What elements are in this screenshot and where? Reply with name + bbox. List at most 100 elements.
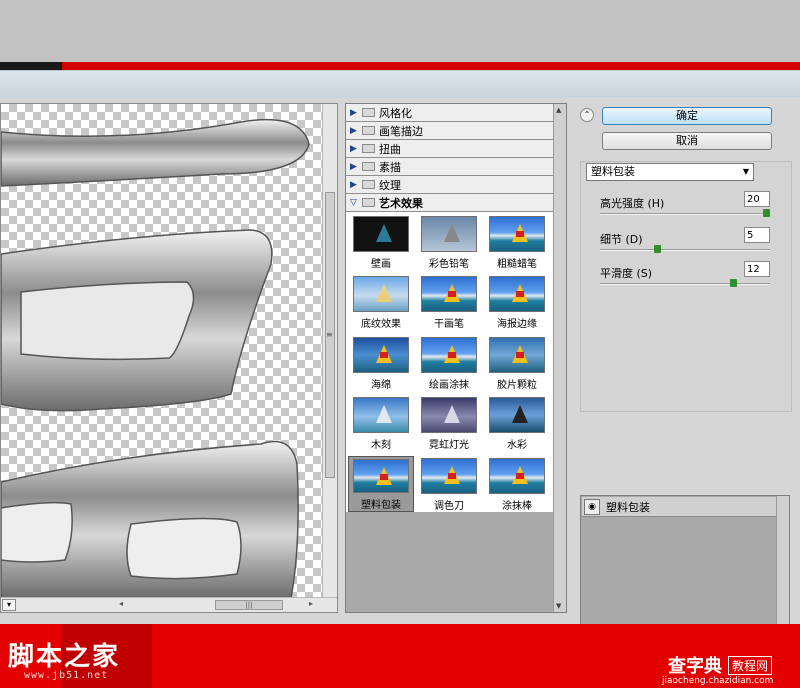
filter-thumb-paint-daubs[interactable]: 绘画涂抹 [416, 335, 482, 391]
category-stylize[interactable]: ▶ 风格化 [346, 104, 554, 122]
filter-preview-image [489, 216, 545, 252]
filter-label: 粗糙蜡笔 [497, 259, 537, 270]
preview-canvas[interactable] [1, 104, 323, 598]
scroll-up-icon[interactable]: ▲ [556, 106, 561, 114]
filter-thumb-sponge[interactable]: 海绵 [348, 335, 414, 391]
watermark-badge: 教程网 [728, 656, 773, 675]
smoothness-slider[interactable] [600, 279, 770, 287]
filter-select[interactable]: 塑料包装 ▼ [586, 163, 754, 181]
filter-label: 海绵 [371, 379, 391, 391]
expand-arrow-icon: ▶ [350, 143, 357, 154]
category-artistic[interactable]: ▽ 艺术效果 [346, 194, 554, 212]
category-label: 艺术效果 [379, 196, 423, 210]
preview-hscroll-thumb[interactable]: ||| [215, 600, 283, 610]
slider-knob[interactable] [654, 245, 662, 253]
collapse-arrow-icon: ▽ [350, 197, 357, 208]
zoom-menu-button[interactable]: ▾ [2, 599, 16, 611]
watermark-url-left: www.jb51.net [24, 670, 109, 681]
filter-thumb-fresco[interactable]: 壁画 [348, 214, 414, 270]
detail-input[interactable] [744, 227, 770, 243]
expand-arrow-icon: ▶ [350, 107, 357, 118]
scroll-right-icon[interactable]: ▸ [309, 599, 313, 608]
scroll-left-icon[interactable]: ◂ [119, 599, 123, 608]
filter-thumb-watercolor[interactable]: 水彩 [484, 395, 550, 451]
filter-thumb-rough-pastels[interactable]: 粗糙蜡笔 [484, 214, 550, 270]
filter-label: 底纹效果 [361, 319, 401, 331]
chevron-down-icon: ▼ [742, 167, 749, 176]
filter-label: 胶片颗粒 [497, 379, 537, 391]
folder-icon [362, 162, 375, 171]
preview-area[interactable]: ≡ ▾ ◂ ||| ▸ [0, 103, 338, 613]
filter-label: 塑料包装 [361, 499, 401, 511]
category-label: 纹理 [379, 178, 401, 192]
watermark-logo-right: 查字典 [668, 656, 722, 677]
filter-preview-image [489, 336, 545, 373]
highlight-strength-input[interactable] [744, 191, 770, 207]
smoothness-label: 平滑度 (S) [600, 267, 653, 280]
filter-thumb-cutout[interactable]: 木刻 [348, 395, 414, 451]
filter-thumb-underpainting[interactable]: 底纹效果 [348, 274, 414, 330]
backdrop-top [0, 0, 800, 62]
folder-icon [362, 144, 375, 153]
visibility-eye-icon[interactable]: ◉ [584, 498, 600, 515]
collapse-gallery-button[interactable]: ⌃ [580, 108, 594, 122]
filter-gallery-dialog: ≡ ▾ ◂ ||| ▸ ▶ 风格化 ▶ 画笔描边 ▶ 扭曲 ▶ 素描 ▶ 纹理 … [0, 70, 800, 678]
filter-label: 调色刀 [434, 500, 464, 512]
effect-layer-row[interactable]: ◉ 塑料包装 [582, 497, 776, 517]
preview-vertical-scrollbar[interactable]: ≡ [322, 104, 337, 598]
category-label: 风格化 [379, 106, 412, 120]
filter-thumb-dry-brush[interactable]: 干画笔 [416, 274, 482, 330]
filter-thumb-palette-knife[interactable]: 调色刀 [416, 456, 482, 512]
filter-thumb-film-grain[interactable]: 胶片颗粒 [484, 335, 550, 391]
filter-preview-image [489, 397, 545, 434]
filter-preview-image [353, 397, 409, 434]
category-label: 扭曲 [379, 142, 401, 156]
highlight-strength-slider[interactable] [600, 209, 770, 217]
filter-preview-image [353, 336, 409, 373]
preview-horizontal-scrollbar[interactable]: ▾ ◂ ||| ▸ [1, 597, 337, 612]
backdrop-dark-strip [0, 62, 62, 70]
filter-thumb-neon-glow[interactable]: 霓虹灯光 [416, 395, 482, 451]
filter-preview-image [421, 457, 477, 494]
slider-knob[interactable] [763, 209, 770, 217]
filter-label: 涂抹棒 [502, 500, 532, 512]
ok-button[interactable]: 确定 [602, 107, 772, 125]
filter-select-value: 塑料包装 [591, 165, 635, 178]
category-label: 素描 [379, 160, 401, 174]
filter-label: 彩色铅笔 [429, 259, 469, 270]
category-brush-strokes[interactable]: ▶ 画笔描边 [346, 122, 554, 140]
dialog-titlebar [0, 71, 800, 97]
category-distort[interactable]: ▶ 扭曲 [346, 140, 554, 158]
filter-label: 壁画 [371, 259, 391, 270]
filter-thumb-plastic-wrap[interactable]: 塑料包装 [348, 455, 414, 512]
filter-preview-image [489, 276, 545, 313]
cancel-button[interactable]: 取消 [602, 132, 772, 150]
filter-label: 霓虹灯光 [429, 440, 469, 452]
watermark-logo-left: 脚本之家 [8, 642, 121, 672]
folder-open-icon [362, 198, 375, 207]
gallery-scrollbar[interactable]: ▲ ▼ [553, 104, 566, 612]
category-texture[interactable]: ▶ 纹理 [346, 176, 554, 194]
smoothness-input[interactable] [744, 261, 770, 277]
category-sketch[interactable]: ▶ 素描 [346, 158, 554, 176]
filter-thumb-smudge-stick[interactable]: 涂抹棒 [484, 456, 550, 512]
detail-slider[interactable] [600, 245, 770, 253]
settings-panel: ⌃ 确定 取消 塑料包装 ▼ 高光强度 (H) 细节 (D) 平滑度 (S) ◉… [576, 103, 800, 678]
slider-knob[interactable] [730, 279, 738, 287]
plastic-wrap-text-image [1, 118, 310, 598]
filter-thumbnail-grid: 壁画 彩色铅笔 粗糙蜡笔 底纹效果 干画笔 海报边缘 海绵 绘画涂抹 胶片颗粒 … [346, 212, 554, 512]
filter-preview-image [421, 216, 477, 252]
highlight-strength-label: 高光强度 (H) [600, 197, 665, 210]
watermark-url-right: jiaocheng.chazidian.com [662, 676, 774, 686]
filter-gallery: ▶ 风格化 ▶ 画笔描边 ▶ 扭曲 ▶ 素描 ▶ 纹理 ▽ 艺术效果 壁画 彩色… [345, 103, 567, 613]
filter-preview-image [353, 458, 409, 493]
filter-label: 干画笔 [434, 319, 464, 331]
scroll-down-icon[interactable]: ▼ [556, 602, 561, 610]
filter-preview-image [353, 276, 409, 313]
filter-thumb-poster-edges[interactable]: 海报边缘 [484, 274, 550, 330]
filter-label: 水彩 [507, 440, 527, 452]
filter-label: 绘画涂抹 [429, 379, 469, 391]
filter-thumb-colored-pencil[interactable]: 彩色铅笔 [416, 214, 482, 270]
folder-icon [362, 180, 375, 189]
filter-preview-image [421, 276, 477, 313]
